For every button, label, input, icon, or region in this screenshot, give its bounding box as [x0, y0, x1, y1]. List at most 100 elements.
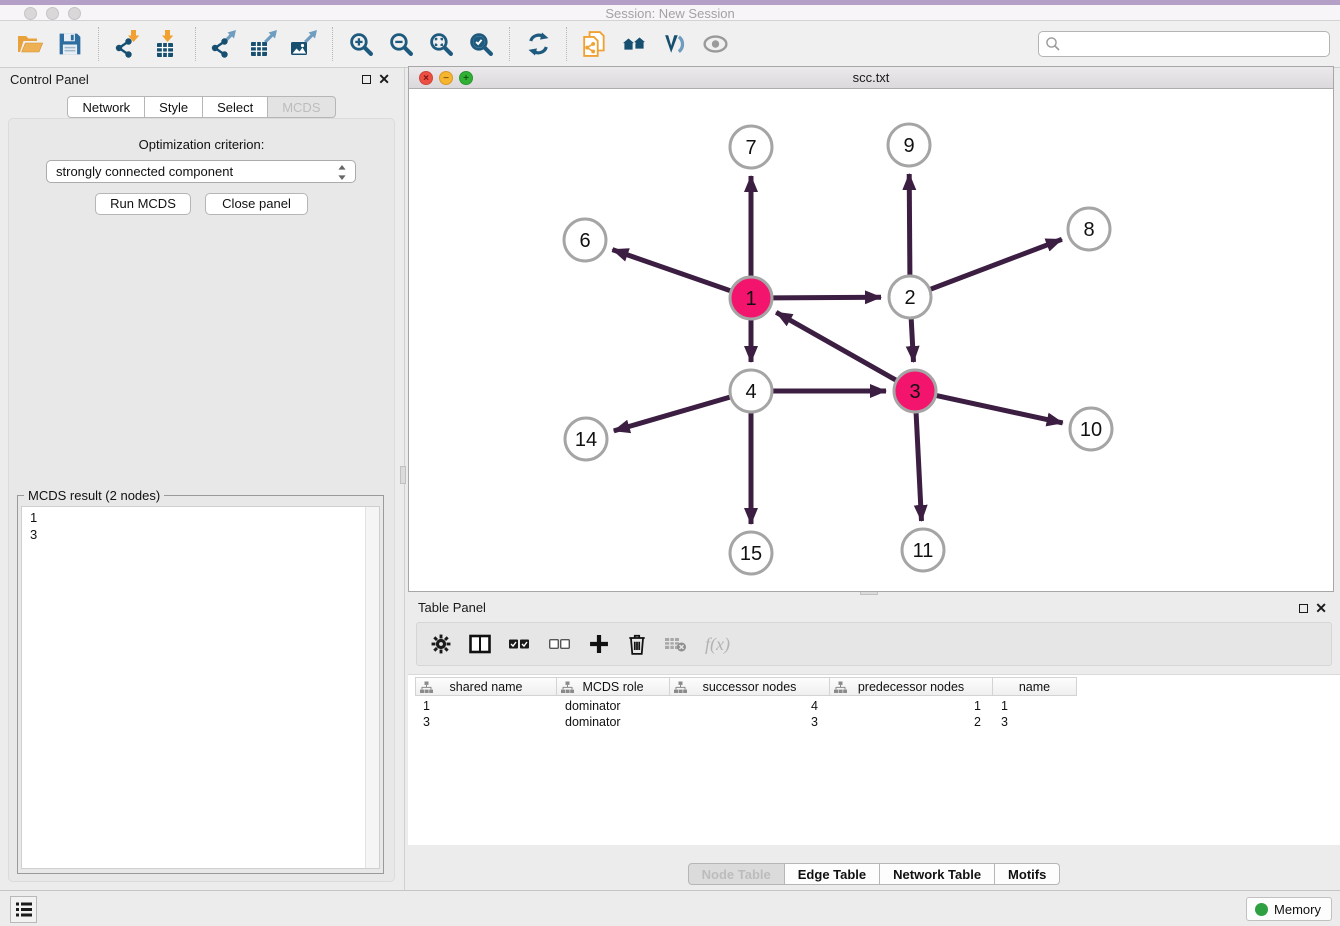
- graph-node-label: 1: [745, 288, 756, 310]
- splitter-grip[interactable]: [400, 466, 406, 484]
- tab-select[interactable]: Select: [203, 96, 268, 118]
- refresh-layout-icon[interactable]: [521, 26, 555, 62]
- column-header-shared-name[interactable]: shared name: [415, 677, 557, 696]
- titlebar: Session: New Session: [0, 0, 1340, 21]
- graph-edge-1-2[interactable]: [773, 297, 881, 298]
- table-cell: dominator: [557, 714, 670, 730]
- column-header-successor-nodes[interactable]: successor nodes: [670, 677, 830, 696]
- graph-node-label: 15: [740, 543, 762, 565]
- graph-node-label: 9: [903, 135, 914, 157]
- close-panel-button[interactable]: Close panel: [205, 193, 308, 215]
- table-cell: 1: [993, 698, 1077, 714]
- table-cell: 1: [830, 698, 993, 714]
- table-cell: 4: [670, 698, 830, 714]
- optimization-criterion-label: Optimization criterion:: [9, 137, 394, 152]
- mcds-result-node: 1: [30, 510, 371, 527]
- column-header-predecessor-nodes[interactable]: predecessor nodes: [830, 677, 993, 696]
- window-title: Session: New Session: [0, 6, 1340, 21]
- tab-mcds[interactable]: MCDS: [268, 96, 335, 118]
- task-history-button[interactable]: [10, 896, 37, 923]
- column-header-name[interactable]: name: [993, 677, 1077, 696]
- application-window: Session: New Session Control Panel ✕: [0, 0, 1340, 926]
- toolbar-separator: [509, 27, 510, 61]
- close-panel-icon[interactable]: ✕: [378, 70, 390, 88]
- memory-label: Memory: [1274, 902, 1321, 917]
- graph-edge-3-1[interactable]: [776, 312, 896, 380]
- float-panel-icon[interactable]: [362, 75, 371, 84]
- import-table-icon[interactable]: [150, 26, 184, 62]
- main-toolbar: [0, 21, 1340, 68]
- chevron-up-down-icon: [337, 165, 347, 186]
- graph-node-label: 2: [904, 287, 915, 309]
- add-column-icon[interactable]: [589, 634, 609, 654]
- save-session-icon[interactable]: [53, 26, 87, 62]
- tab-node-table[interactable]: Node Table: [688, 863, 785, 885]
- status-bar: Memory: [0, 890, 1340, 926]
- optimization-criterion-dropdown[interactable]: strongly connected component: [46, 160, 356, 183]
- network-window-title: scc.txt: [409, 70, 1333, 85]
- toolbar-separator: [332, 27, 333, 61]
- table-panel-tabs: Node TableEdge TableNetwork TableMotifs: [408, 863, 1340, 885]
- graph-edge-4-14[interactable]: [614, 397, 730, 431]
- scrollbar-track[interactable]: [365, 507, 379, 868]
- table-cell: 2: [830, 714, 993, 730]
- column-header-MCDS-role[interactable]: MCDS role: [557, 677, 670, 696]
- tab-network[interactable]: Network: [67, 96, 145, 118]
- table-cell: dominator: [557, 698, 670, 714]
- table-cell: 1: [415, 698, 557, 714]
- graph-node-label: 6: [579, 230, 590, 252]
- run-mcds-button[interactable]: Run MCDS: [95, 193, 191, 215]
- dropdown-value: strongly connected component: [56, 164, 233, 179]
- delete-table-icon: [665, 636, 687, 652]
- table-toolbar: f(x): [416, 622, 1332, 666]
- control-panel-title: Control Panel: [10, 72, 89, 87]
- zoom-selected-icon[interactable]: [464, 26, 498, 62]
- open-session-icon[interactable]: [13, 26, 47, 62]
- search-icon: [1045, 36, 1061, 52]
- table-cell: 3: [415, 714, 557, 730]
- network-graph-canvas[interactable]: 7968124314101511: [409, 89, 1333, 591]
- node-table: shared nameMCDS rolesuccessor nodesprede…: [408, 674, 1340, 845]
- table-row[interactable]: 1dominator411: [415, 698, 1340, 714]
- tab-edge-table[interactable]: Edge Table: [785, 863, 880, 885]
- import-network-icon[interactable]: [110, 26, 144, 62]
- clone-network-icon[interactable]: [578, 26, 612, 62]
- graph-node-label: 11: [913, 540, 934, 562]
- mcds-panel: Optimization criterion: strongly connect…: [8, 118, 395, 882]
- graph-edge-1-6[interactable]: [612, 250, 730, 291]
- float-panel-icon[interactable]: [1299, 604, 1308, 613]
- mcds-result-list[interactable]: 13: [21, 506, 380, 869]
- mcds-result-title: MCDS result (2 nodes): [24, 488, 164, 503]
- tab-network-table[interactable]: Network Table: [880, 863, 995, 885]
- show-all-views-icon[interactable]: [618, 26, 652, 62]
- export-network-icon[interactable]: [207, 26, 241, 62]
- graph-node-label: 3: [909, 381, 920, 403]
- show-columns-icon[interactable]: [469, 634, 491, 654]
- graph-edge-3-11[interactable]: [916, 413, 921, 521]
- delete-column-icon[interactable]: [627, 633, 647, 655]
- tab-style[interactable]: Style: [145, 96, 203, 118]
- toggle-views-icon[interactable]: [658, 26, 692, 62]
- zoom-out-icon[interactable]: [384, 26, 418, 62]
- table-header-row: shared nameMCDS rolesuccessor nodesprede…: [415, 677, 1077, 696]
- search-box: [1038, 31, 1330, 57]
- toolbar-separator: [566, 27, 567, 61]
- close-panel-icon[interactable]: ✕: [1315, 599, 1327, 617]
- graph-edge-2-8[interactable]: [931, 239, 1062, 289]
- graph-edge-3-10[interactable]: [937, 396, 1063, 423]
- table-settings-gear-icon[interactable]: [431, 634, 451, 654]
- graph-edge-2-3[interactable]: [911, 319, 913, 362]
- table-row[interactable]: 3dominator323: [415, 714, 1340, 730]
- control-panel: Control Panel ✕ NetworkStyleSelectMCDS O…: [0, 68, 403, 890]
- zoom-in-icon[interactable]: [344, 26, 378, 62]
- export-image-icon[interactable]: [287, 26, 321, 62]
- tab-motifs[interactable]: Motifs: [995, 863, 1060, 885]
- export-table-icon[interactable]: [247, 26, 281, 62]
- zoom-fit-icon[interactable]: [424, 26, 458, 62]
- select-all-icon[interactable]: [509, 639, 531, 649]
- search-input[interactable]: [1061, 33, 1329, 55]
- mcds-result-node: 3: [30, 527, 371, 544]
- graph-edge-2-9[interactable]: [909, 174, 910, 275]
- memory-button[interactable]: Memory: [1246, 897, 1332, 921]
- deselect-all-icon[interactable]: [549, 639, 571, 649]
